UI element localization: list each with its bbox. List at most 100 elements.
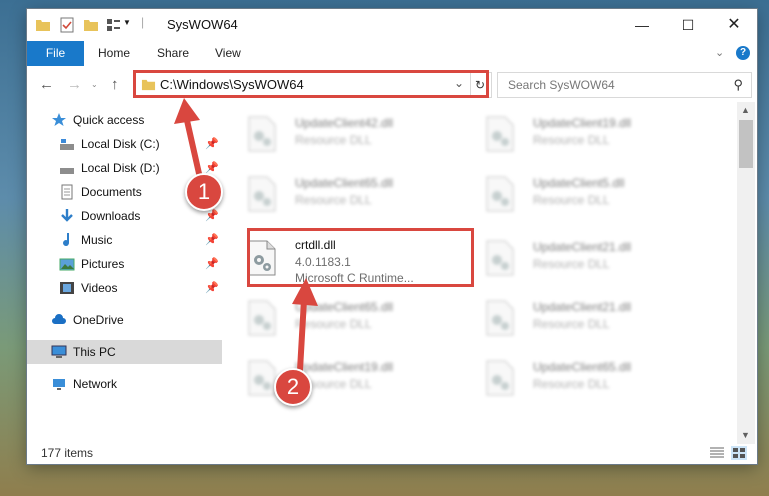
up-arrow-icon[interactable]: ↑ (111, 76, 119, 93)
details-view-icon[interactable] (709, 446, 725, 460)
sidebar-item-label: Documents (81, 185, 142, 199)
navigation-pane: Quick access Local Disk (C:) 📌 Local Dis… (27, 102, 222, 444)
file-tile[interactable]: UpdateClient65.dll Resource DLL (461, 352, 681, 402)
download-icon (61, 209, 73, 222)
sidebar-item-label: This PC (73, 345, 116, 359)
window-title: SysWOW64 (167, 17, 238, 32)
sidebar-item-videos[interactable]: Videos 📌 (27, 276, 222, 300)
pin-icon: 📌 (205, 234, 219, 246)
tab-share[interactable]: Share (157, 41, 189, 66)
file-tile[interactable]: UpdateClient65.dll Resource DLL (223, 168, 443, 218)
view-options-icon[interactable] (105, 17, 121, 33)
file-description: Resource DLL (295, 133, 372, 147)
address-highlight (133, 70, 489, 98)
scroll-up-icon[interactable]: ▲ (741, 105, 750, 115)
tab-view[interactable]: View (215, 41, 241, 66)
file-tile[interactable]: UpdateClient5.dll Resource DLL (461, 168, 681, 218)
file-tile[interactable]: UpdateClient21.dll Resource DLL (461, 292, 681, 342)
file-name: UpdateClient21.dll (533, 240, 632, 254)
scrollbar-thumb[interactable] (739, 120, 753, 168)
callout-2: 2 (274, 368, 312, 406)
minimize-button[interactable]: — (619, 9, 665, 41)
music-icon (63, 233, 70, 247)
large-icons-view-icon[interactable] (731, 446, 747, 460)
drive-icon (60, 168, 74, 174)
file-name: UpdateClient65.dll (295, 176, 394, 190)
title-bar: ▼ | SysWOW64 — ☐ ✕ (27, 9, 757, 41)
status-bar: 177 items (27, 444, 757, 464)
sidebar-item-label: Local Disk (C:) (81, 137, 160, 151)
sidebar-item-label: Pictures (81, 257, 125, 271)
file-tile[interactable]: UpdateClient19.dll Resource DLL (461, 108, 681, 158)
file-name: UpdateClient19.dll (533, 116, 632, 130)
sidebar-item-onedrive[interactable]: OneDrive (27, 308, 222, 332)
dll-file-icon (486, 240, 514, 276)
file-name: UpdateClient19.dll (295, 360, 394, 374)
item-count: 177 items (41, 446, 94, 460)
star-icon (52, 113, 66, 126)
search-icon: ⚲ (733, 77, 743, 92)
dll-file-icon (486, 300, 514, 336)
tab-home[interactable]: Home (98, 41, 130, 66)
pin-icon: 📌 (205, 162, 219, 174)
pictures-icon (59, 258, 75, 271)
ribbon: File Home Share View ⌄ ? (27, 41, 757, 67)
sidebar-item-label: Downloads (81, 209, 141, 223)
cloud-icon (52, 314, 66, 324)
close-button[interactable]: ✕ (711, 9, 757, 41)
search-input[interactable]: Search SysWOW64 (508, 78, 615, 92)
file-tile[interactable]: UpdateClient19.dll Resource DLL (223, 352, 443, 402)
computer-icon (51, 345, 67, 358)
back-arrow-icon[interactable]: ← (39, 76, 54, 93)
sidebar-item-label: Network (73, 377, 118, 391)
tab-file[interactable]: File (27, 41, 84, 66)
sidebar-item-local-disk-c[interactable]: Local Disk (C:) 📌 (27, 132, 222, 156)
sidebar-item-label: Music (81, 233, 113, 247)
sidebar-item-label: Quick access (73, 113, 145, 127)
file-tile[interactable]: UpdateClient65.dll Resource DLL (223, 292, 443, 342)
sidebar-item-label: Videos (81, 281, 118, 295)
file-description: Resource DLL (533, 317, 610, 331)
file-name: UpdateClient21.dll (533, 300, 632, 314)
sidebar-item-pictures[interactable]: Pictures 📌 (27, 252, 222, 276)
new-folder-icon[interactable] (83, 17, 99, 33)
pin-icon: 📌 (205, 282, 219, 294)
search-box[interactable]: Search SysWOW64 ⚲ (497, 72, 752, 98)
help-icon[interactable]: ? (736, 46, 750, 60)
sidebar-item-network[interactable]: Network (27, 372, 222, 396)
dll-file-icon (248, 176, 276, 212)
forward-arrow-icon[interactable]: → (67, 76, 82, 93)
pin-icon: 📌 (205, 210, 219, 222)
separator: | (141, 15, 145, 29)
dll-file-icon (248, 116, 276, 152)
file-name: UpdateClient65.dll (295, 300, 394, 314)
file-description: Resource DLL (295, 193, 372, 207)
sidebar-item-this-pc[interactable]: This PC (27, 340, 222, 364)
recent-locations-icon[interactable]: ⌄ (91, 80, 98, 89)
videos-icon (60, 282, 74, 294)
sidebar-item-quick-access[interactable]: Quick access (27, 108, 222, 132)
file-tile[interactable]: UpdateClient42.dll Resource DLL (223, 108, 443, 158)
sidebar-item-label: OneDrive (73, 313, 124, 327)
file-description: Resource DLL (533, 133, 610, 147)
file-description: Resource DLL (533, 193, 610, 207)
file-name: UpdateClient5.dll (533, 176, 625, 190)
maximize-button[interactable]: ☐ (665, 9, 711, 41)
file-description: Resource DLL (533, 377, 610, 391)
file-tile[interactable]: UpdateClient21.dll Resource DLL (461, 232, 681, 282)
network-icon (53, 379, 65, 390)
chevron-down-icon[interactable]: ▼ (123, 18, 139, 34)
expand-ribbon-icon[interactable]: ⌄ (715, 41, 724, 66)
folder-icon (36, 20, 50, 31)
dll-file-icon (248, 300, 276, 336)
pin-icon: 📌 (205, 258, 219, 270)
file-description: Resource DLL (295, 317, 372, 331)
scroll-down-icon[interactable]: ▼ (741, 430, 750, 440)
sidebar-item-music[interactable]: Music 📌 (27, 228, 222, 252)
dll-file-icon (486, 360, 514, 396)
properties-icon[interactable] (59, 17, 75, 33)
file-description: Resource DLL (533, 257, 610, 271)
vertical-scrollbar[interactable]: ▲ ▼ (737, 102, 755, 444)
sidebar-item-label: Local Disk (D:) (81, 161, 160, 175)
drive-icon (60, 139, 74, 150)
